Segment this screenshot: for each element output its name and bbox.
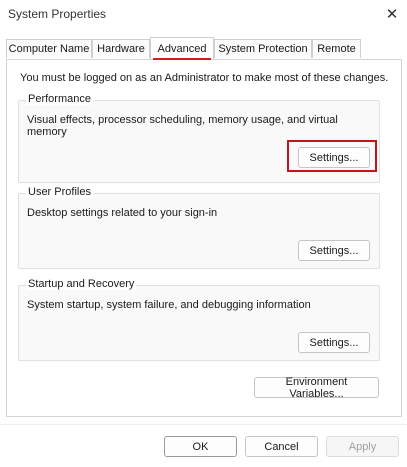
- user-profiles-description: Desktop settings related to your sign-in: [27, 207, 218, 219]
- performance-group-title: Performance: [26, 93, 93, 105]
- close-icon[interactable]: ✕: [377, 0, 407, 28]
- startup-recovery-description: System startup, system failure, and debu…: [27, 299, 311, 311]
- tab-remote[interactable]: Remote: [312, 39, 361, 58]
- footer-divider: [0, 424, 407, 425]
- user-profiles-group-title: User Profiles: [26, 186, 93, 198]
- startup-recovery-group: Startup and Recovery System startup, sys…: [18, 278, 380, 361]
- startup-recovery-group-title: Startup and Recovery: [26, 278, 137, 290]
- tab-strip: Computer Name Hardware Advanced System P…: [6, 37, 402, 60]
- window-title: System Properties: [8, 7, 107, 21]
- ok-button[interactable]: OK: [164, 436, 237, 457]
- tab-computer-name[interactable]: Computer Name: [6, 39, 92, 58]
- environment-variables-button[interactable]: Environment Variables...: [254, 376, 379, 400]
- admin-note: You must be logged on as an Administrato…: [20, 72, 389, 84]
- tab-hardware[interactable]: Hardware: [92, 39, 150, 58]
- title-bar: System Properties ✕: [0, 0, 407, 30]
- performance-description: Visual effects, processor scheduling, me…: [27, 114, 338, 138]
- cancel-button[interactable]: Cancel: [245, 436, 318, 457]
- tab-advanced[interactable]: Advanced: [150, 37, 214, 60]
- user-profiles-settings-button[interactable]: Settings...: [298, 240, 370, 261]
- highlight-box: [287, 140, 377, 172]
- user-profiles-group: User Profiles Desktop settings related t…: [18, 186, 380, 269]
- startup-recovery-settings-button[interactable]: Settings...: [298, 332, 370, 353]
- tab-system-protection[interactable]: System Protection: [214, 39, 312, 58]
- apply-button[interactable]: Apply: [326, 436, 399, 457]
